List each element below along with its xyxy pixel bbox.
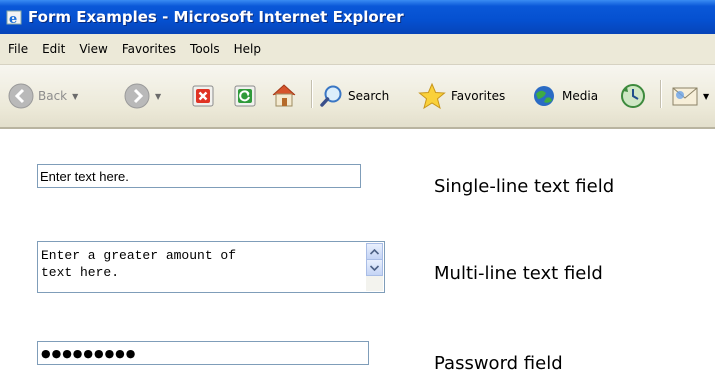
search-icon: [320, 85, 342, 107]
stop-button[interactable]: [192, 85, 214, 107]
ie-logo-icon: e: [6, 10, 22, 26]
menu-tools[interactable]: Tools: [184, 42, 226, 56]
textarea-content: Enter a greater amount of text here.: [41, 248, 237, 280]
menu-edit[interactable]: Edit: [36, 42, 71, 56]
search-button[interactable]: Search: [320, 84, 389, 108]
password-label: Password field: [434, 353, 563, 374]
scroll-down-button[interactable]: [366, 259, 383, 276]
single-line-label: Single-line text field: [434, 176, 615, 197]
password-input[interactable]: ●●●●●●●●●: [37, 341, 369, 365]
forward-dropdown-icon[interactable]: ▼: [155, 92, 161, 101]
refresh-icon: [234, 85, 256, 107]
menu-favorites[interactable]: Favorites: [116, 42, 182, 56]
stop-icon: [192, 85, 214, 107]
multi-line-label: Multi-line text field: [434, 263, 603, 284]
page-content: Enter text here. Single-line text field …: [0, 129, 715, 386]
svg-text:e: e: [9, 12, 17, 26]
chevron-down-icon: [370, 264, 379, 271]
forward-arrow-icon: [124, 83, 150, 109]
mail-dropdown-icon[interactable]: ▼: [703, 92, 709, 101]
mail-button[interactable]: ▼: [671, 84, 709, 108]
toolbar-separator: [311, 80, 313, 108]
media-label: Media: [562, 89, 599, 103]
back-label: Back: [38, 89, 68, 103]
menu-file[interactable]: File: [2, 42, 34, 56]
scroll-up-button[interactable]: [366, 243, 383, 260]
search-label: Search: [348, 89, 390, 103]
chevron-up-icon: [370, 248, 379, 255]
history-button[interactable]: [620, 83, 646, 109]
star-icon: [418, 82, 446, 110]
favorites-button[interactable]: Favorites: [417, 82, 505, 110]
menu-bar: File Edit View Favorites Tools Help: [0, 34, 715, 65]
back-button[interactable]: Back ▼: [8, 83, 78, 109]
multi-line-textarea[interactable]: Enter a greater amount of text here.: [37, 241, 385, 293]
window-title: Form Examples - Microsoft Internet Explo…: [28, 8, 404, 26]
forward-button[interactable]: ▼: [124, 83, 161, 109]
refresh-button[interactable]: [234, 85, 256, 107]
mail-icon: [672, 87, 698, 106]
toolbar: Back ▼ ▼ Search Favorites Media ▼: [0, 65, 715, 129]
toolbar-separator: [660, 80, 662, 108]
media-icon: [534, 86, 554, 106]
back-dropdown-icon[interactable]: ▼: [72, 92, 78, 101]
home-icon: [272, 84, 296, 107]
textarea-scrollbar[interactable]: [366, 243, 383, 291]
media-button[interactable]: Media: [532, 84, 598, 108]
favorites-label: Favorites: [451, 89, 506, 103]
single-line-text-input[interactable]: Enter text here.: [37, 164, 361, 188]
history-icon: [621, 84, 645, 108]
home-button[interactable]: [270, 82, 298, 108]
back-arrow-icon: [8, 83, 34, 109]
title-bar: e Form Examples - Microsoft Internet Exp…: [0, 0, 715, 34]
menu-help[interactable]: Help: [228, 42, 267, 56]
menu-view[interactable]: View: [73, 42, 113, 56]
